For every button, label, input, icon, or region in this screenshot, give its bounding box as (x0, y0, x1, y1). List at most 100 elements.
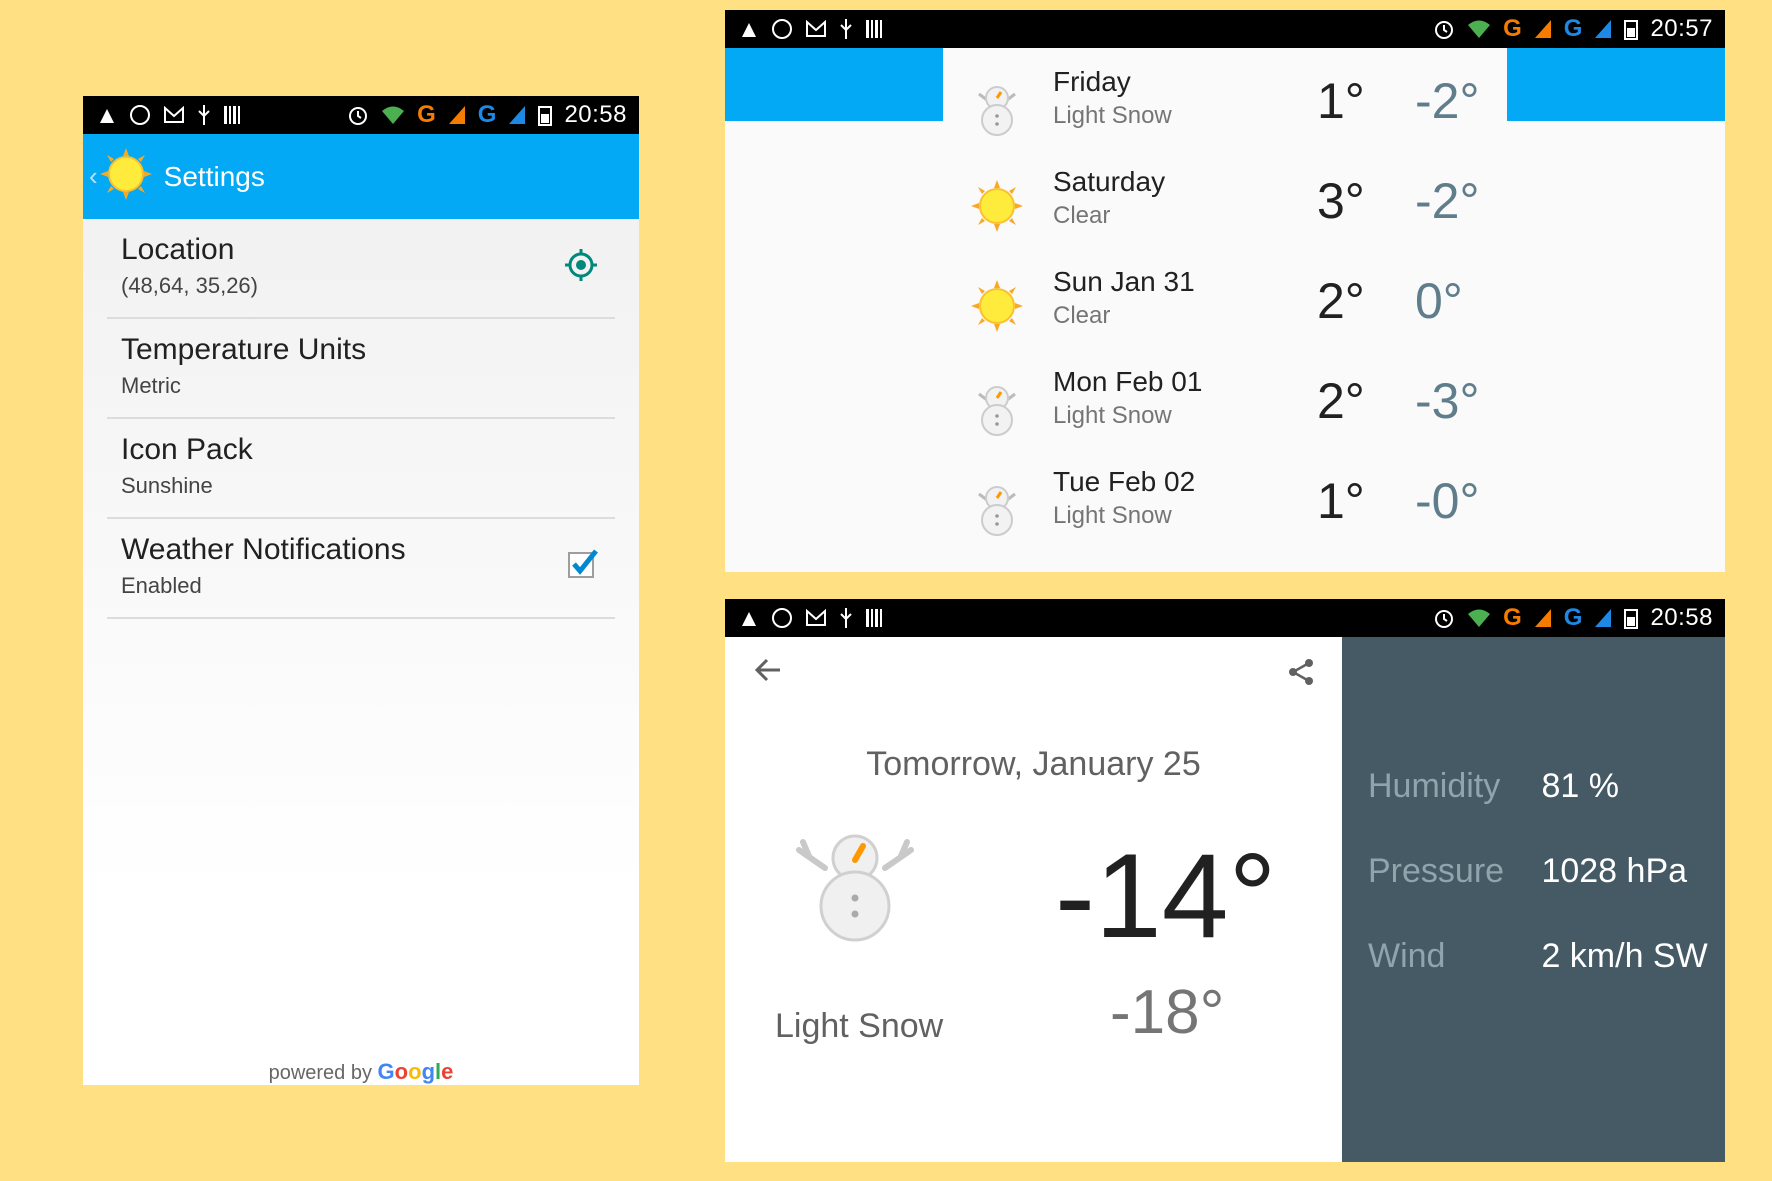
pref-location[interactable]: Location (48,64, 35,26) (107, 219, 615, 319)
forecast-desc: Clear (1053, 302, 1111, 329)
pref-summary: (48,64, 35,26) (121, 273, 258, 298)
snowman-icon (971, 80, 1023, 141)
detail-screen: G G 20:58 Tomorrow, January 25 -14° -18°… (725, 599, 1725, 1162)
pref-summary: Metric (121, 373, 181, 398)
network-g-icon: G (1503, 604, 1522, 631)
status-bar: G G 20:58 (725, 599, 1725, 637)
battery-icon (538, 103, 553, 127)
gmail-icon (805, 17, 827, 41)
forecast-date: Tomorrow, January 25 (866, 745, 1201, 783)
google-logo: Google (377, 1059, 454, 1084)
forecast-low: -3° (1415, 373, 1480, 429)
forecast-desc: Clear (1053, 202, 1111, 229)
status-time: 20:58 (564, 101, 627, 128)
usb-icon (839, 17, 853, 41)
status-bar: G G 20:57 (725, 10, 1725, 48)
viber-icon (129, 103, 151, 127)
forecast-list-screen: G G 20:57 Friday Light Snow 1° -2° Satur… (725, 10, 1725, 572)
forecast-low: 0° (1415, 273, 1463, 329)
gmail-icon (805, 606, 827, 630)
app-sun-icon[interactable] (99, 148, 152, 205)
wifi-icon (381, 103, 405, 127)
network-g-icon: G (417, 101, 436, 128)
powered-by-label: powered by (268, 1062, 372, 1084)
wind-row: Wind 2 km/h SW (1368, 937, 1708, 976)
status-bar: G G 20:58 (83, 96, 639, 134)
status-time: 20:57 (1650, 15, 1713, 42)
snowman-icon (795, 822, 915, 947)
signal-icon (1534, 606, 1552, 630)
forecast-day: Saturday (1053, 166, 1166, 197)
page-title: Settings (163, 160, 265, 192)
status-time: 20:58 (1650, 604, 1713, 631)
network-g-icon: G (1503, 15, 1522, 42)
forecast-high: 1° (1317, 473, 1365, 529)
pref-temperature-units[interactable]: Temperature Units Metric (107, 319, 615, 419)
forecast-row[interactable]: Sun Jan 31 Clear 2° 0° (943, 258, 1507, 358)
forecast-low: -2° (1415, 73, 1480, 129)
notifications-checkbox[interactable] (567, 547, 599, 584)
forecast-desc: Light Snow (1053, 102, 1172, 129)
share-icon[interactable] (1286, 657, 1316, 692)
forecast-desc: Light Snow (1053, 502, 1172, 529)
wind-value: 2 km/h SW (1541, 937, 1708, 975)
header-bar-right (1507, 48, 1725, 121)
pref-icon-pack[interactable]: Icon Pack Sunshine (107, 419, 615, 519)
humidity-row: Humidity 81 % (1368, 767, 1619, 806)
usb-icon (839, 606, 853, 630)
location-target-icon[interactable] (563, 247, 599, 288)
signal-icon (448, 103, 466, 127)
settings-screen: G G 20:58 ‹ Settings Location (48,64, 35… (83, 96, 639, 1085)
forecast-row[interactable]: Mon Feb 01 Light Snow 2° -3° (943, 358, 1507, 458)
forecast-row[interactable]: Tue Feb 02 Light Snow 1° -0° (943, 458, 1507, 558)
gmail-icon (163, 103, 185, 127)
android-debug-icon (739, 606, 759, 630)
pressure-value: 1028 hPa (1541, 852, 1688, 890)
high-temperature: -14° (1055, 829, 1277, 963)
pref-summary: Sunshine (121, 473, 213, 498)
pref-title: Weather Notifications (121, 533, 406, 566)
pref-summary: Enabled (121, 573, 202, 598)
battery-icon (1624, 17, 1639, 41)
pressure-row: Pressure 1028 hPa (1368, 852, 1687, 891)
forecast-low: -2° (1415, 173, 1480, 229)
snowman-icon (971, 380, 1023, 441)
wifi-icon (1467, 606, 1491, 630)
forecast-day: Friday (1053, 66, 1131, 97)
forecast-row[interactable]: Friday Light Snow 1° -2° (943, 58, 1507, 158)
detail-metrics-panel: Humidity 81 % Pressure 1028 hPa Wind 2 k… (1342, 637, 1725, 1162)
alarm-icon (1433, 17, 1455, 41)
humidity-value: 81 % (1541, 767, 1619, 805)
snowman-icon (971, 480, 1023, 541)
pressure-label: Pressure (1368, 852, 1505, 890)
forecast-high: 3° (1317, 173, 1365, 229)
low-temperature: -18° (1110, 978, 1225, 1047)
barcode-icon (865, 17, 883, 41)
android-debug-icon (739, 17, 759, 41)
android-debug-icon (97, 103, 117, 127)
forecast-day: Tue Feb 02 (1053, 466, 1196, 497)
alarm-icon (347, 103, 369, 127)
forecast-row[interactable]: Saturday Clear 3° -2° (943, 158, 1507, 258)
forecast-desc: Light Snow (1053, 402, 1172, 429)
signal-icon (1534, 17, 1552, 41)
signal-icon (1594, 606, 1612, 630)
forecast-day: Sun Jan 31 (1053, 266, 1195, 297)
back-arrow-icon[interactable] (753, 655, 783, 690)
viber-icon (771, 17, 793, 41)
pref-title: Location (121, 233, 235, 266)
pref-title: Temperature Units (121, 333, 367, 366)
forecast-high: 2° (1317, 373, 1365, 429)
barcode-icon (865, 606, 883, 630)
detail-main: Tomorrow, January 25 -14° -18° Light Sno… (725, 637, 1342, 1162)
usb-icon (197, 103, 211, 127)
network-g-icon: G (1563, 604, 1583, 631)
sun-icon (971, 280, 1023, 337)
forecast-day: Mon Feb 01 (1053, 366, 1203, 397)
pref-weather-notifications[interactable]: Weather Notifications Enabled (107, 519, 615, 619)
back-chevron-icon[interactable]: ‹ (89, 161, 98, 192)
header-bar-left (725, 48, 943, 121)
pref-title: Icon Pack (121, 433, 253, 466)
forecast-high: 2° (1317, 273, 1365, 329)
signal-icon (1594, 17, 1612, 41)
